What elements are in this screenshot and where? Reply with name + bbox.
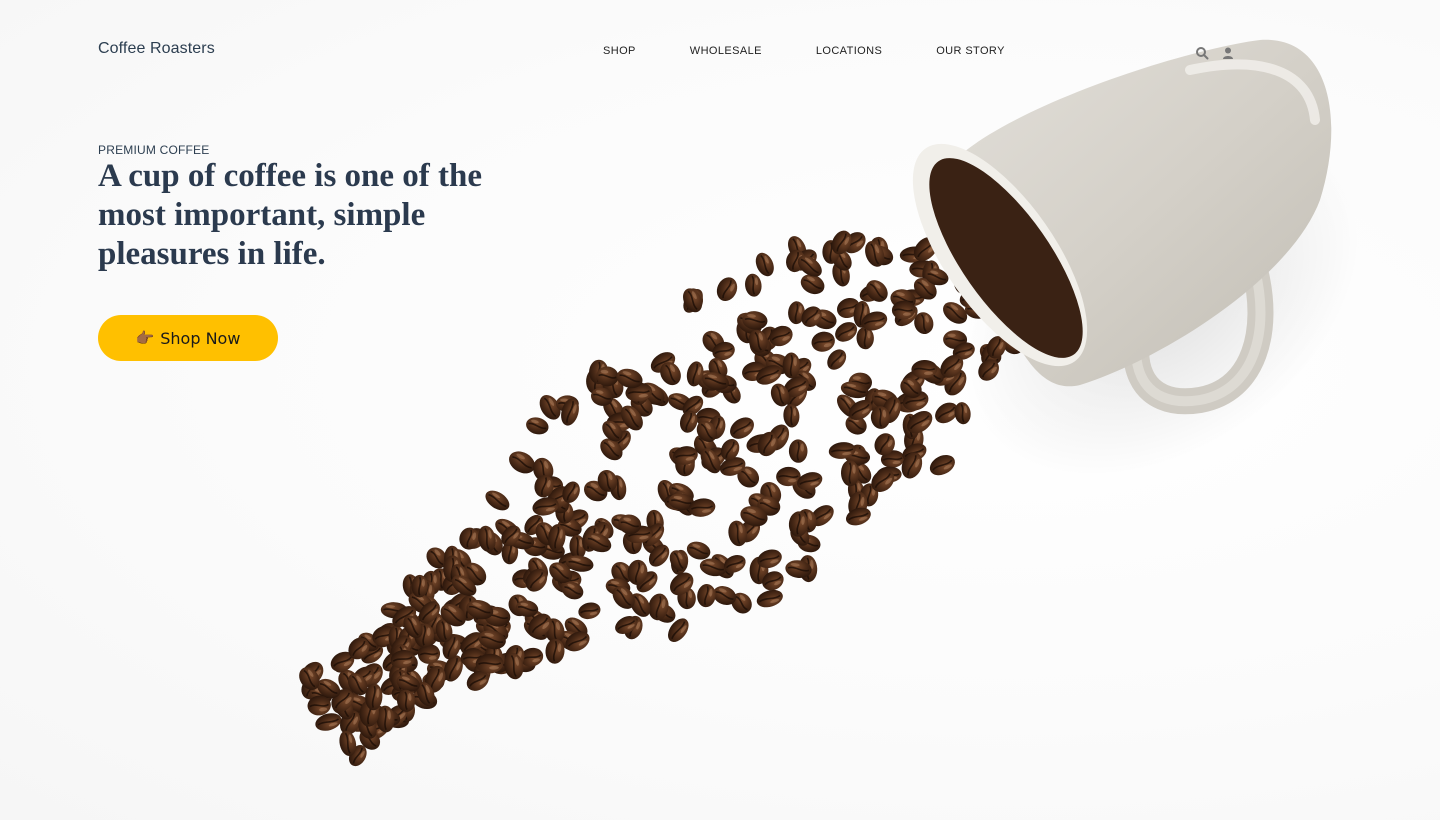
search-icon[interactable]: [1195, 46, 1209, 60]
coffee-bean: [485, 490, 510, 511]
shop-now-button[interactable]: 👉🏾 Shop Now: [98, 315, 278, 361]
coffee-bean: [783, 404, 800, 428]
coffee-bean: [782, 352, 801, 379]
coffee-bean: [846, 507, 871, 526]
hero-image: [299, 39, 1360, 767]
coffee-bean: [745, 273, 762, 297]
page: Coffee Roasters SHOP WHOLESALE LOCATIONS…: [0, 0, 1440, 820]
pointing-hand-icon: 👉🏾: [135, 328, 155, 347]
nav-our-story[interactable]: OUR STORY: [936, 45, 1005, 57]
brand-logo[interactable]: Coffee Roasters: [98, 40, 215, 58]
coffee-bean: [578, 602, 601, 620]
coffee-bean: [411, 574, 428, 598]
coffee-bean: [756, 589, 783, 608]
coffee-bean: [509, 451, 535, 474]
coffee-bean: [697, 584, 716, 608]
user-icon[interactable]: [1221, 46, 1235, 60]
hero-eyebrow: PREMIUM COFFEE: [98, 143, 210, 157]
nav-wholesale[interactable]: WHOLESALE: [690, 45, 762, 57]
coffee-bean: [788, 439, 808, 463]
nav-shop[interactable]: SHOP: [603, 45, 636, 57]
hero-headline: A cup of coffee is one of the most impor…: [98, 158, 483, 272]
coffee-beans: [299, 203, 1045, 767]
coffee-bean: [929, 454, 955, 476]
site-header: Coffee Roasters SHOP WHOLESALE LOCATIONS…: [0, 0, 1440, 100]
header-actions: [1195, 46, 1235, 60]
coffee-bean: [716, 277, 738, 302]
coffee-bean: [526, 417, 549, 435]
shop-now-label: Shop Now: [160, 328, 241, 348]
nav-locations[interactable]: LOCATIONS: [816, 45, 882, 57]
main-nav: SHOP WHOLESALE LOCATIONS OUR STORY: [603, 45, 1005, 57]
coffee-bean: [755, 252, 774, 277]
coffee-bean: [811, 331, 835, 352]
